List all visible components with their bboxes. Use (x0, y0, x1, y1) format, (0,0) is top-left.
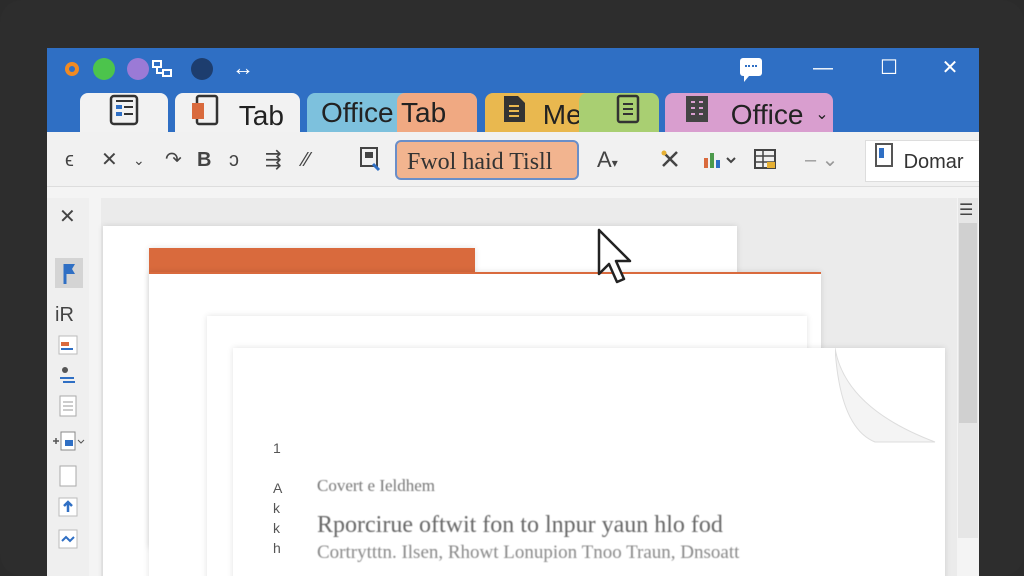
building-icon (683, 94, 711, 133)
tab-notes[interactable] (579, 93, 659, 133)
tab-label: Office (321, 97, 394, 128)
diagram-icon[interactable] (151, 58, 173, 80)
document-caption: Covert e Ieldhem (317, 476, 436, 495)
minimize-button[interactable]: — (803, 54, 843, 82)
more-options-icon[interactable]: – ⌄ (805, 148, 838, 172)
maximize-button[interactable]: ☐ (869, 54, 909, 82)
document-workspace: Covert e Ieldhem Rporcirue oftwit fon to… (101, 198, 957, 576)
flag-icon[interactable] (55, 258, 83, 288)
ruler-toggle-icon[interactable]: ☰ (959, 200, 973, 220)
tab-label: Office (730, 98, 804, 130)
document-list-icon (108, 93, 140, 133)
undo-icon[interactable]: ϵ (65, 148, 74, 172)
domain-label: Domar (903, 150, 964, 173)
bold-button[interactable]: B (197, 148, 211, 172)
title-bar: ↔ — ☐ ✕ Tab Office Tab Me ⌄ (47, 48, 979, 133)
add-page-icon[interactable] (51, 430, 85, 452)
format-icon[interactable]: ↄ (229, 148, 239, 172)
tab-label: Tab (238, 99, 284, 131)
scrollbar-thumb[interactable] (959, 223, 977, 423)
domain-field[interactable]: Domar (865, 140, 979, 182)
page-margin-marks: 1Akkh (273, 440, 283, 556)
chevron-down-icon[interactable]: ⌄ (133, 148, 145, 172)
nav-arrows-icon[interactable]: ↔ (223, 54, 263, 82)
font-color-button[interactable]: A▾ (597, 148, 618, 172)
page-curl-icon (835, 348, 945, 443)
redo-icon[interactable]: ↷ (165, 148, 182, 172)
cut-icon[interactable]: ✕ (101, 148, 118, 172)
table-icon[interactable] (753, 148, 779, 172)
app-window: ↔ — ☐ ✕ Tab Office Tab Me ⌄ (47, 48, 979, 576)
tab-office[interactable]: Office ⌄ (665, 93, 833, 133)
tab-document[interactable]: Tab (175, 93, 300, 133)
ir-label[interactable]: iR (55, 304, 74, 327)
font-name-dropdown[interactable]: Fwol haid Tisll (395, 140, 579, 180)
left-sidebar: ✕ iR (47, 198, 89, 576)
purple-dot-icon[interactable] (127, 58, 149, 80)
chat-icon[interactable] (740, 58, 762, 82)
tab-label: Tab (401, 97, 447, 128)
document-line-2: Cortrytttn. Ilsen, Rhowt Lonupion Tnoo T… (317, 542, 740, 563)
mouse-cursor-icon (597, 228, 632, 284)
upload-icon[interactable] (57, 496, 79, 518)
tab-home[interactable] (80, 93, 168, 133)
gear-icon[interactable] (61, 58, 83, 80)
insert-icon[interactable] (359, 146, 383, 172)
document-red-icon[interactable] (57, 334, 79, 356)
dark-dot-icon[interactable] (191, 58, 213, 80)
document-line-1: Rporcirue oftwit fon to lnpur yaun hlo f… (317, 512, 723, 538)
blank-page-icon[interactable] (57, 464, 79, 487)
tab-orange[interactable]: Tab (397, 93, 477, 133)
chart-icon[interactable] (701, 148, 737, 172)
green-dot-icon[interactable] (93, 58, 115, 80)
tab-label: Me (542, 98, 582, 130)
close-panel-button[interactable]: ✕ (59, 204, 76, 229)
people-icon[interactable] (57, 364, 79, 386)
document-orange-icon (189, 93, 221, 133)
brush-icon[interactable]: ⁄⁄ (303, 148, 310, 172)
dark-document-icon (501, 94, 527, 133)
align-icon[interactable]: ⇶ (265, 148, 282, 172)
page-icon (874, 142, 894, 182)
page-icon[interactable] (57, 394, 79, 417)
wave-icon[interactable] (57, 528, 79, 550)
document-lines-icon (615, 94, 641, 133)
chevron-down-icon[interactable]: ⌄ (815, 106, 828, 123)
tools-icon[interactable] (659, 148, 681, 172)
close-button[interactable]: ✕ (930, 54, 970, 82)
